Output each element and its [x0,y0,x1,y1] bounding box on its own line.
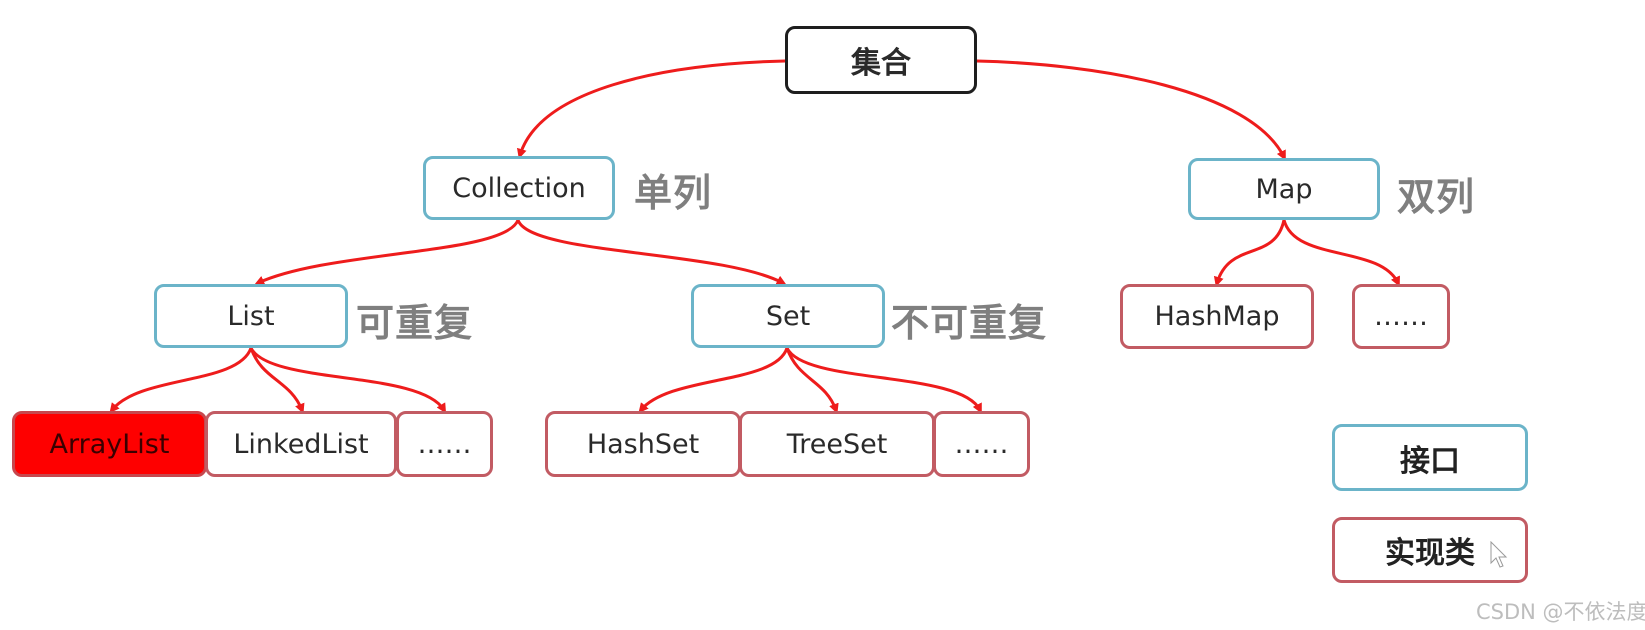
node-map-more: …… [1352,284,1450,349]
collection-hierarchy-diagram: 集合 Collection 单列 Map 双列 List 可重复 Set 不可重… [0,0,1645,630]
note-non-repeatable: 不可重复 [891,301,1048,345]
arrow-map-to-hashmap [1213,218,1286,287]
node-collection: Collection [423,156,615,220]
node-set-more: …… [933,411,1030,477]
node-label: Set [765,300,811,332]
arrow-collection-to-set [516,218,787,285]
arrow-collection-to-list [254,218,520,286]
node-linkedlist: LinkedList [205,411,397,477]
mouse-cursor-icon [1490,541,1508,568]
node-label: …… [1374,301,1428,332]
node-label: 集合 [851,46,911,81]
node-label: ArrayList [49,428,170,460]
arrow-root-to-map [975,59,1286,161]
node-map: Map [1188,158,1380,220]
node-label: HashMap [1154,301,1280,332]
arrow-set-to-more [785,346,982,414]
note-repeatable: 可重复 [356,301,474,345]
legend-interface: 接口 [1332,424,1528,491]
node-arraylist: ArrayList [12,411,207,477]
node-hashset: HashSet [545,411,741,477]
node-hashmap: HashMap [1120,284,1314,349]
note-double-column: 双列 [1397,175,1476,219]
node-label: List [227,300,275,332]
node-label: Collection [452,172,586,204]
arrow-list-to-arraylist [109,346,253,414]
legend-interface-label: 接口 [1400,443,1460,479]
arrow-list-to-more [249,346,447,414]
arrow-root-to-collection [516,59,787,159]
note-single-column: 单列 [634,171,713,215]
node-list: List [154,284,348,348]
node-label: …… [417,428,472,460]
node-treeset: TreeSet [739,411,935,477]
node-label: Map [1255,173,1313,205]
node-collections-root: 集合 [785,26,977,94]
node-label: TreeSet [786,428,888,460]
node-list-more: …… [396,411,493,477]
node-set: Set [691,284,885,348]
node-label: HashSet [586,428,700,460]
watermark: CSDN @不依法度 [1476,600,1645,624]
node-label: LinkedList [233,428,369,460]
legend-implementation-label: 实现类 [1385,536,1475,571]
arrow-set-to-hashset [638,346,789,414]
arrow-map-to-more [1282,218,1400,287]
node-label: …… [954,428,1009,460]
